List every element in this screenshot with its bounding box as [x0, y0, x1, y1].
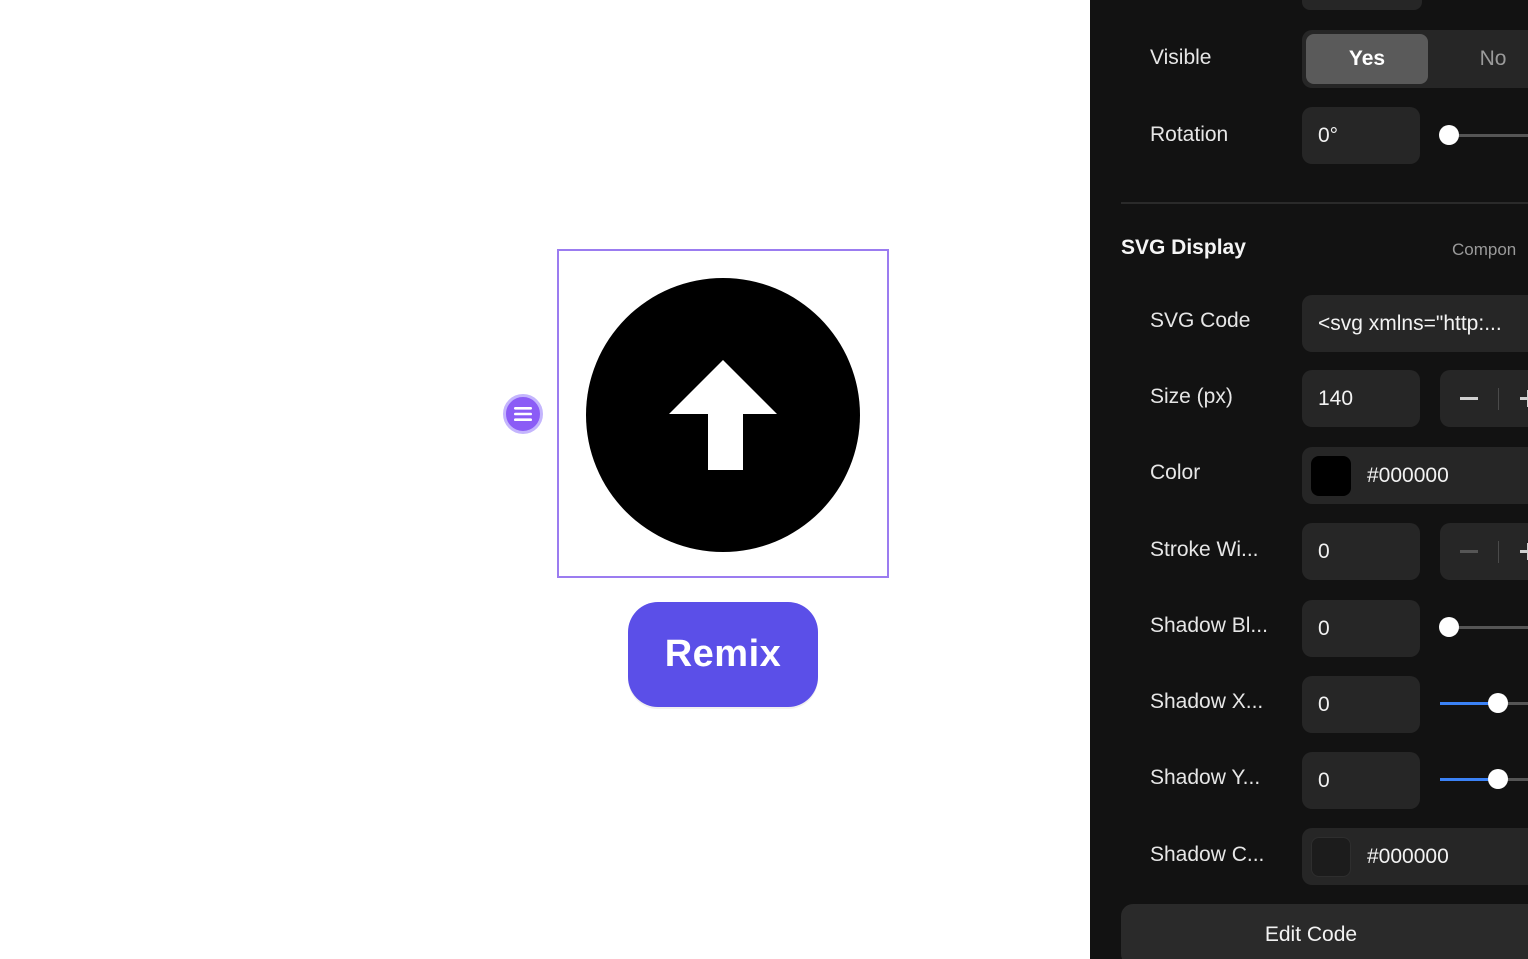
- minus-icon[interactable]: [1460, 397, 1478, 400]
- shadow-blur-label: Shadow Bl...: [1150, 614, 1268, 637]
- stepper-separator: [1498, 541, 1499, 563]
- color-swatch[interactable]: [1311, 455, 1351, 496]
- stroke-width-stepper[interactable]: [1440, 523, 1528, 580]
- visible-yes-option[interactable]: Yes: [1306, 34, 1428, 84]
- shadow-x-label: Shadow X...: [1150, 690, 1264, 713]
- size-label: Size (px): [1150, 385, 1233, 408]
- section-divider: [1121, 202, 1528, 204]
- shadow-blur-input[interactable]: 0: [1302, 600, 1420, 657]
- shadow-blur-slider-thumb[interactable]: [1439, 617, 1459, 637]
- app-root: Remix Visible Yes No Rotation 0° SVG Dis…: [0, 0, 1528, 959]
- arrow-up-circle-icon[interactable]: [584, 276, 862, 554]
- shadow-y-label: Shadow Y...: [1150, 766, 1261, 789]
- svg-code-label: SVG Code: [1150, 309, 1251, 332]
- svg-code-input[interactable]: <svg xmlns="http:...: [1302, 295, 1528, 352]
- color-label: Color: [1150, 461, 1201, 484]
- stepper-separator: [1498, 388, 1499, 410]
- size-stepper[interactable]: [1440, 370, 1528, 427]
- section-title: SVG Display: [1121, 236, 1246, 259]
- shadow-y-input[interactable]: 0: [1302, 752, 1420, 809]
- minus-icon[interactable]: [1460, 550, 1478, 553]
- component-link[interactable]: Compon: [1452, 240, 1516, 260]
- drag-handle[interactable]: [503, 394, 543, 434]
- shadow-y-slider-thumb[interactable]: [1488, 769, 1508, 789]
- rotation-label: Rotation: [1150, 123, 1229, 146]
- shadow-x-input[interactable]: 0: [1302, 676, 1420, 733]
- shadow-x-slider-thumb[interactable]: [1488, 693, 1508, 713]
- visible-no-option[interactable]: No: [1432, 34, 1528, 84]
- rotation-input[interactable]: 0°: [1302, 107, 1420, 164]
- stroke-width-input[interactable]: 0: [1302, 523, 1420, 580]
- color-value: #000000: [1367, 463, 1449, 487]
- shadow-color-label: Shadow C...: [1150, 843, 1265, 866]
- shadow-color-swatch[interactable]: [1311, 836, 1351, 877]
- menu-lines-icon: [514, 407, 532, 421]
- properties-panel: Visible Yes No Rotation 0° SVG Display C…: [1090, 0, 1528, 959]
- previous-field-stub: [1302, 0, 1422, 10]
- visible-label: Visible: [1150, 46, 1212, 69]
- visible-toggle: Yes No: [1302, 30, 1528, 88]
- rotation-slider-thumb[interactable]: [1439, 125, 1459, 145]
- shadow-color-value: #000000: [1367, 844, 1449, 868]
- canvas[interactable]: Remix: [0, 0, 1090, 959]
- shadow-color-input[interactable]: #000000: [1302, 828, 1528, 885]
- edit-code-button[interactable]: Edit Code: [1121, 904, 1528, 959]
- color-input[interactable]: #000000: [1302, 447, 1528, 504]
- size-input[interactable]: 140: [1302, 370, 1420, 427]
- stroke-width-label: Stroke Wi...: [1150, 538, 1259, 561]
- remix-button[interactable]: Remix: [628, 602, 818, 707]
